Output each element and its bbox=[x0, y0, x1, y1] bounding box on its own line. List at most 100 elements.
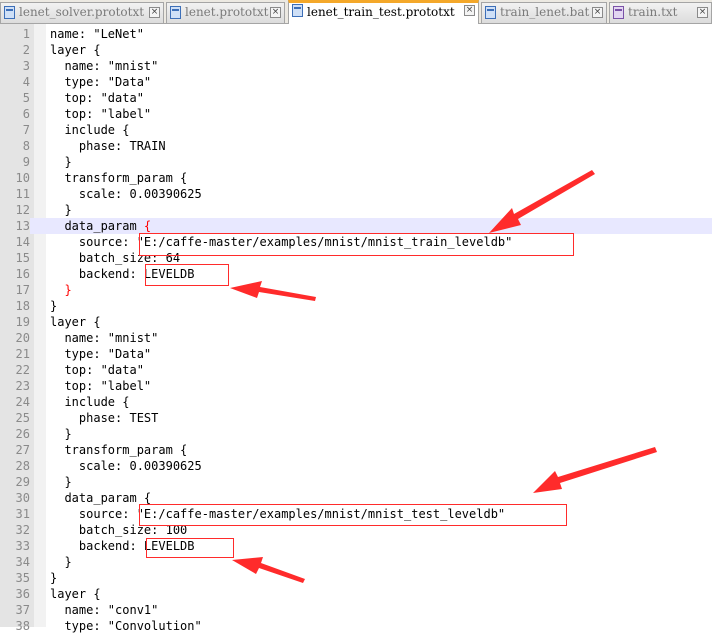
close-tab-icon[interactable]: × bbox=[270, 7, 281, 18]
code-line[interactable]: 33 backend: LEVELDB bbox=[0, 538, 712, 554]
code-line[interactable]: 24 include { bbox=[0, 394, 712, 410]
code-text: include { bbox=[50, 122, 129, 138]
code-text: scale: 0.00390625 bbox=[50, 186, 202, 202]
line-number: 17 bbox=[15, 283, 30, 297]
code-line[interactable]: 8 phase: TRAIN bbox=[0, 138, 712, 154]
code-line[interactable]: 7 include { bbox=[0, 122, 712, 138]
code-line[interactable]: 10 transform_param { bbox=[0, 170, 712, 186]
line-number: 37 bbox=[15, 603, 30, 617]
line-number: 6 bbox=[22, 107, 30, 121]
code-text-content: layer { bbox=[50, 587, 101, 601]
code-line[interactable]: 37 name: "conv1" bbox=[0, 602, 712, 618]
line-number: 20 bbox=[15, 331, 30, 345]
line-number: 2 bbox=[22, 43, 30, 57]
line-number: 30 bbox=[15, 491, 30, 505]
line-number: 32 bbox=[15, 523, 30, 537]
code-line[interactable]: 23 top: "label" bbox=[0, 378, 712, 394]
matched-brace: { bbox=[143, 219, 152, 233]
line-number: 14 bbox=[15, 235, 30, 249]
tab-lenet-train-test-prototxt[interactable]: lenet_train_test.prototxt × bbox=[288, 0, 479, 24]
code-line[interactable]: 17 } bbox=[0, 282, 712, 298]
line-number: 8 bbox=[22, 139, 30, 153]
code-line[interactable]: 4 type: "Data" bbox=[0, 74, 712, 90]
code-line[interactable]: 21 type: "Data" bbox=[0, 346, 712, 362]
tab-train-txt[interactable]: train.txt × bbox=[609, 2, 712, 23]
highlight-box-test-backend bbox=[146, 538, 234, 558]
code-text-content: top: "label" bbox=[50, 379, 152, 393]
code-line[interactable]: 1 name: "LeNet" bbox=[0, 26, 712, 42]
tab-lenet-prototxt[interactable]: lenet.prototxt × bbox=[166, 2, 285, 23]
line-number: 12 bbox=[15, 203, 30, 217]
line-number: 25 bbox=[15, 411, 30, 425]
code-line[interactable]: 3 name: "mnist" bbox=[0, 58, 712, 74]
code-text-content: scale: 0.00390625 bbox=[50, 187, 202, 201]
close-tab-icon[interactable]: × bbox=[592, 7, 603, 18]
code-line[interactable]: 34 } bbox=[0, 554, 712, 570]
tab-label: lenet_train_test.prototxt bbox=[307, 5, 455, 19]
code-text-content: } bbox=[50, 299, 58, 313]
code-line[interactable]: 13 data_param { bbox=[0, 218, 712, 234]
line-number: 36 bbox=[15, 587, 30, 601]
code-text: layer { bbox=[50, 42, 101, 58]
code-text: } bbox=[50, 202, 71, 218]
line-number: 7 bbox=[22, 123, 30, 137]
code-line[interactable]: 19 layer { bbox=[0, 314, 712, 330]
code-text: type: "Convolution" bbox=[50, 618, 202, 634]
code-text: type: "Data" bbox=[50, 346, 151, 362]
code-text: name: "mnist" bbox=[50, 58, 158, 74]
code-text-content: scale: 0.00390625 bbox=[50, 459, 202, 473]
code-line[interactable]: 35} bbox=[0, 570, 712, 586]
code-line[interactable]: 26 } bbox=[0, 426, 712, 442]
code-line[interactable]: 27 transform_param { bbox=[0, 442, 712, 458]
code-text-content: } bbox=[50, 155, 72, 169]
close-tab-icon[interactable]: × bbox=[697, 7, 708, 18]
file-icon bbox=[485, 6, 496, 19]
code-line[interactable]: 25 phase: TEST bbox=[0, 410, 712, 426]
line-number: 29 bbox=[15, 475, 30, 489]
code-text-content: data_param bbox=[50, 219, 144, 233]
code-line[interactable]: 20 name: "mnist" bbox=[0, 330, 712, 346]
tab-lenet-solver-prototxt[interactable]: lenet_solver.prototxt × bbox=[0, 2, 164, 23]
close-tab-icon[interactable]: × bbox=[464, 5, 475, 16]
line-number: 28 bbox=[15, 459, 30, 473]
code-line[interactable]: 28 scale: 0.00390625 bbox=[0, 458, 712, 474]
code-line[interactable]: 11 scale: 0.00390625 bbox=[0, 186, 712, 202]
close-tab-icon[interactable]: × bbox=[149, 7, 160, 18]
code-text: data_param { bbox=[50, 490, 151, 506]
line-number: 24 bbox=[15, 395, 30, 409]
code-line[interactable]: 22 top: "data" bbox=[0, 362, 712, 378]
code-text: } bbox=[50, 570, 57, 586]
line-number: 13 bbox=[0, 218, 30, 234]
code-text: include { bbox=[50, 394, 129, 410]
code-text: phase: TEST bbox=[50, 410, 158, 426]
code-line[interactable]: 5 top: "data" bbox=[0, 90, 712, 106]
tab-bar: lenet_solver.prototxt × lenet.prototxt × len… bbox=[0, 0, 712, 24]
code-text: type: "Data" bbox=[50, 74, 151, 90]
code-line[interactable]: 2 layer { bbox=[0, 42, 712, 58]
file-icon bbox=[170, 6, 181, 19]
tab-train-lenet-bat[interactable]: train_lenet.bat × bbox=[481, 2, 607, 23]
code-line[interactable]: 29 } bbox=[0, 474, 712, 490]
code-editor[interactable]: 1 name: "LeNet" 2 layer {3 name: "mnist" 4 t… bbox=[0, 24, 712, 633]
matched-brace: } bbox=[64, 283, 72, 297]
code-line[interactable]: 6 top: "label" bbox=[0, 106, 712, 122]
code-text: layer { bbox=[50, 586, 101, 602]
line-number: 31 bbox=[15, 507, 30, 521]
code-text: data_param { bbox=[50, 218, 151, 234]
line-number: 11 bbox=[15, 187, 30, 201]
code-text: top: "label" bbox=[50, 378, 151, 394]
code-line[interactable]: 9 } bbox=[0, 154, 712, 170]
code-line[interactable]: 18} bbox=[0, 298, 712, 314]
code-text-content: name: "conv1" bbox=[50, 603, 159, 617]
code-line[interactable]: 16 backend: LEVELDB bbox=[0, 266, 712, 282]
line-number: 27 bbox=[15, 443, 30, 457]
code-line[interactable]: 12 } bbox=[0, 202, 712, 218]
line-number: 19 bbox=[15, 315, 30, 329]
code-text-content: type: "Convolution" bbox=[50, 619, 202, 633]
code-line[interactable]: 38 type: "Convolution" bbox=[0, 618, 712, 634]
code-text-content: } bbox=[50, 427, 72, 441]
line-number: 3 bbox=[22, 59, 30, 73]
line-number: 9 bbox=[22, 155, 30, 169]
code-line[interactable]: 36 layer { bbox=[0, 586, 712, 602]
code-text: top: "data" bbox=[50, 362, 143, 378]
